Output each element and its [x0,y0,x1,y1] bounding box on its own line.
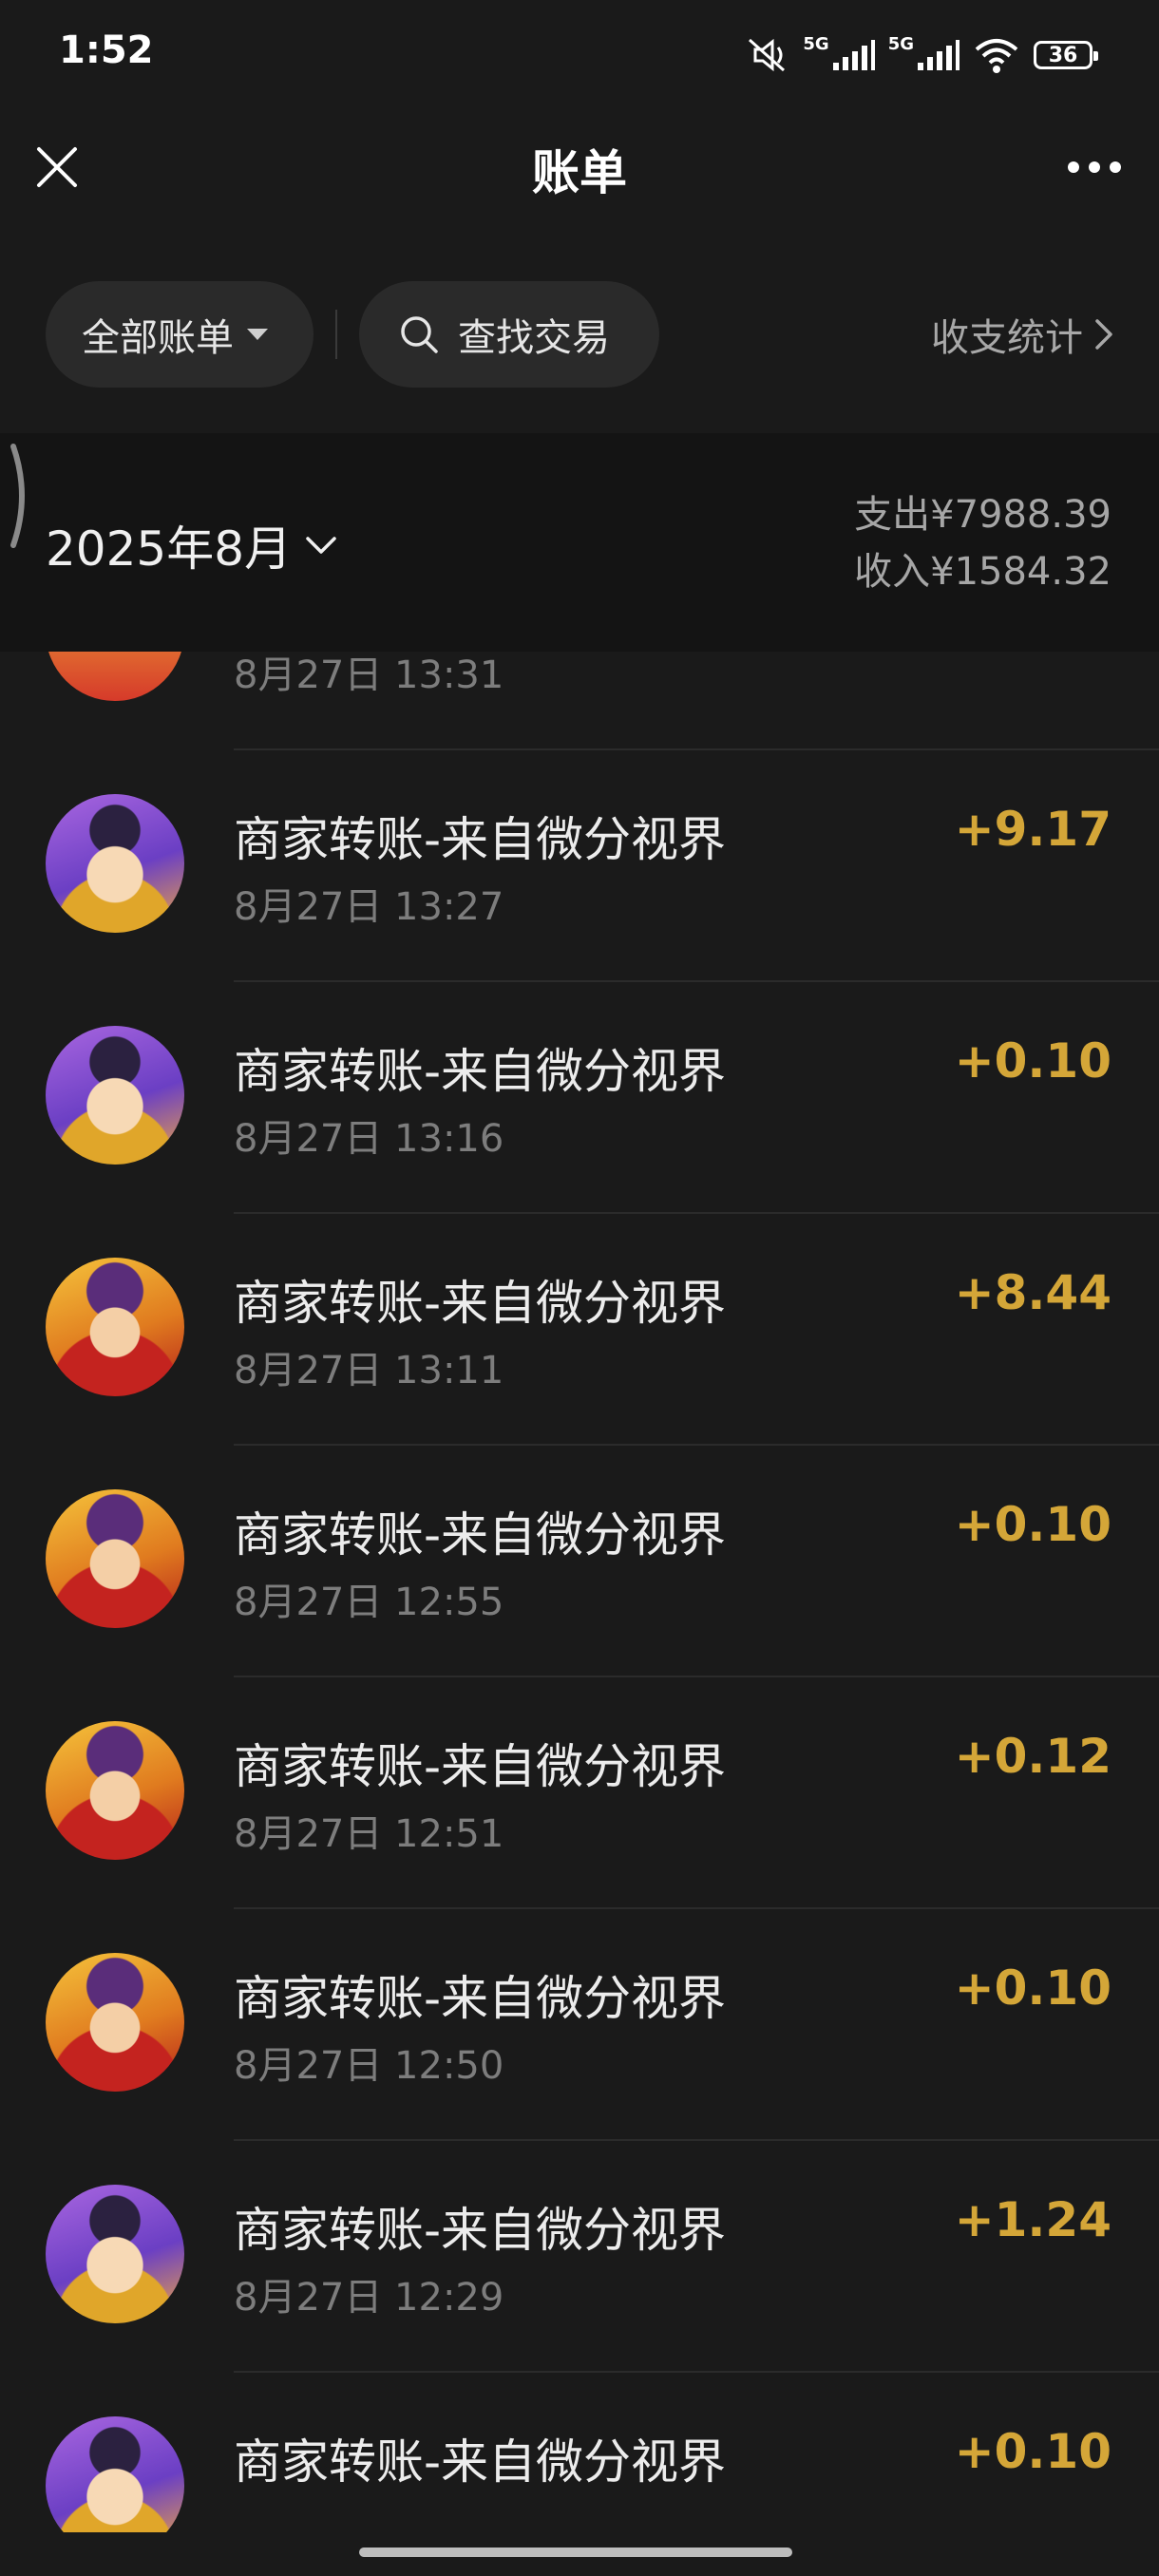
merchant-avatar [46,1489,184,1628]
transaction-title: 商家转账-来自微分视界 [234,1044,727,1099]
more-icon [1068,161,1121,173]
transaction-amount: +1.24 [954,2192,1112,2247]
merchant-avatar [46,652,184,701]
more-button[interactable] [1056,137,1132,198]
merchant-avatar [46,1953,184,2092]
status-time: 1:52 [59,28,154,72]
transaction-row[interactable]: 商家转账-来自微分视界 8月27日 12:50 +0.10 [0,1909,1159,2141]
transaction-title: 商家转账-来自微分视界 [234,1507,727,1563]
transaction-row[interactable]: 商家转账-来自微分视界 8月27日 12:29 +1.24 [0,2141,1159,2373]
transaction-title: 商家转账-来自微分视界 [234,2203,727,2258]
network-label-1: 5G [803,33,829,54]
nav-bar: 账单 [0,110,1159,224]
merchant-avatar [46,1721,184,1860]
transaction-row[interactable]: 商家转账-来自微分视界 8月27日 12:55 +0.10 [0,1446,1159,1677]
transaction-time: 8月27日 13:16 [234,1117,504,1161]
month-totals: 支出¥7988.39 收入¥1584.32 [854,486,1112,600]
wifi-icon [975,39,1018,73]
chevron-right-icon [1095,319,1112,350]
filter-divider [335,310,337,359]
month-header: 2025年8月 支出¥7988.39 收入¥1584.32 [0,433,1159,652]
transaction-title: 商家转账-来自微分视界 [234,1739,727,1794]
transaction-title: 商家转账-来自微分视界 [234,1971,727,2026]
transaction-row[interactable]: 商家转账-来自微分视界 +0.10 [0,2373,1159,2532]
transaction-row[interactable]: 商家转账-来自微分视界 8月27日 12:51 +0.12 [0,1677,1159,1909]
all-bills-dropdown[interactable]: 全部账单 [46,281,314,388]
stats-label: 收支统计 [931,316,1083,360]
transaction-row[interactable]: 商家转账-来自微分视界 8月27日 13:27 +9.17 [0,750,1159,982]
signal-icon [832,40,875,70]
merchant-avatar [46,2416,184,2532]
transaction-time: 8月27日 12:55 [234,1581,504,1624]
transaction-amount: +0.12 [954,1729,1112,1784]
transaction-time: 8月27日 12:50 [234,2044,504,2088]
transaction-title: 商家转账-来自微分视界 [234,812,727,867]
transaction-time: 8月27日 12:51 [234,1812,504,1856]
search-transactions-button[interactable]: 查找交易 [359,281,659,388]
transaction-time: 8月27日 12:29 [234,2276,504,2320]
merchant-avatar [46,1258,184,1396]
transaction-amount: +0.10 [954,1497,1112,1552]
transaction-amount: +0.10 [954,1033,1112,1089]
battery-icon: 36 [1034,41,1098,69]
month-label: 2025年8月 [46,521,293,577]
network-label-2: 5G [887,33,914,54]
transaction-time: 8月27日 13:27 [234,885,504,929]
chevron-down-icon [306,537,336,554]
month-expense: 支出¥7988.39 [854,493,1112,537]
transaction-time: 8月27日 13:11 [234,1349,504,1392]
signal-icon-2 [918,40,960,70]
filter-row: 全部账单 查找交易 收支统计 [0,281,1159,388]
transaction-amount: +9.17 [954,802,1112,857]
transaction-title: 商家转账-来自微分视界 [234,1276,727,1331]
status-bar: 1:52 5G 5G 36 [0,0,1159,110]
merchant-avatar [46,2185,184,2323]
all-bills-label: 全部账单 [82,316,234,360]
transaction-time: 8月27日 13:31 [234,653,504,697]
merchant-avatar [46,1026,184,1165]
transaction-list: 8月27日 13:31 商家转账-来自微分视界 8月27日 13:27 +9.1… [0,652,1159,2532]
battery-level: 36 [1048,43,1078,67]
merchant-avatar [46,794,184,933]
home-indicator[interactable] [359,2548,792,2557]
transaction-row[interactable]: 8月27日 13:31 [0,652,1159,750]
transaction-amount: +0.10 [954,2424,1112,2479]
search-label: 查找交易 [458,316,610,360]
mute-icon [749,38,786,72]
transaction-row[interactable]: 商家转账-来自微分视界 8月27日 13:11 +8.44 [0,1214,1159,1446]
transaction-row[interactable]: 商家转账-来自微分视界 8月27日 13:16 +0.10 [0,982,1159,1214]
transaction-amount: +8.44 [954,1265,1112,1320]
income-expense-stats-link[interactable]: 收支统计 [931,281,1113,388]
search-icon [401,316,438,353]
transaction-title: 商家转账-来自微分视界 [234,2434,727,2490]
month-income: 收入¥1584.32 [854,550,1112,594]
transaction-amount: +0.10 [954,1960,1112,2016]
pull-refresh-indicator [10,444,25,548]
caret-down-icon [247,329,268,340]
status-icons: 5G 5G 36 [744,32,1098,78]
page-title: 账单 [532,145,627,200]
month-selector[interactable]: 2025年8月 [46,511,337,579]
